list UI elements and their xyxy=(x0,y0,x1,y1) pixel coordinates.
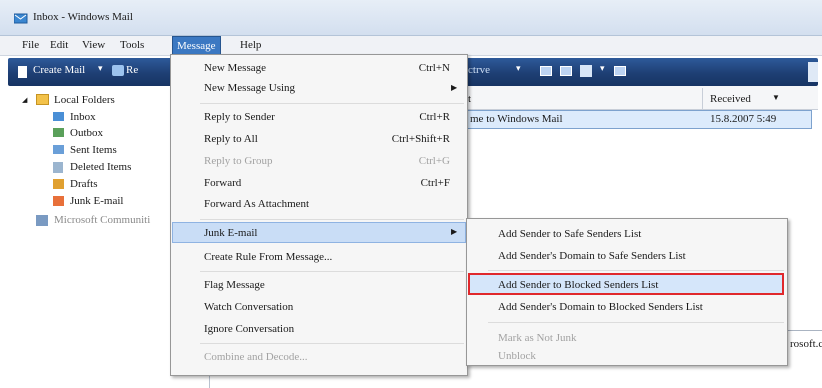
menuitem-add-safe-sender[interactable]: Add Sender to Safe Senders List xyxy=(498,228,641,240)
contacts-icon[interactable] xyxy=(540,66,552,76)
menuitem-forward[interactable]: Forward xyxy=(204,177,241,189)
sent-items-icon xyxy=(53,145,64,154)
menuitem-watch-conversation[interactable]: Watch Conversation xyxy=(204,301,293,313)
menu-separator xyxy=(200,219,464,220)
chevron-down-icon[interactable]: ▾ xyxy=(98,63,103,74)
menu-separator xyxy=(200,103,464,104)
menuitem-combine-decode[interactable]: Combine and Decode... xyxy=(204,351,308,363)
folder-inbox[interactable]: Inbox xyxy=(70,111,96,123)
preview-text: rosoft.c xyxy=(790,338,822,350)
menuitem-forward-as-attachment[interactable]: Forward As Attachment xyxy=(204,198,309,210)
menu-view[interactable]: View xyxy=(82,39,105,51)
outbox-icon xyxy=(53,128,64,137)
menuitem-unblock[interactable]: Unblock xyxy=(498,350,536,362)
search-box-edge[interactable] xyxy=(808,62,818,82)
menuitem-new-message-using[interactable]: New Message Using xyxy=(204,82,295,94)
submenu-arrow-icon: ▶ xyxy=(451,83,458,92)
menuitem-reply-to-all[interactable]: Reply to All xyxy=(204,133,258,145)
shortcut-new-message: Ctrl+N xyxy=(418,62,450,74)
shortcut-reply-sender: Ctrl+R xyxy=(419,111,450,123)
menu-help[interactable]: Help xyxy=(240,39,261,51)
folder-outbox[interactable]: Outbox xyxy=(70,127,103,139)
menu-separator xyxy=(200,271,464,272)
shortcut-forward: Ctrl+F xyxy=(420,177,450,189)
menu-separator xyxy=(200,343,464,344)
windows-mail-icon xyxy=(13,11,28,24)
menuitem-mark-not-junk[interactable]: Mark as Not Junk xyxy=(498,332,577,344)
shortcut-reply-group: Ctrl+G xyxy=(418,155,450,167)
menuitem-junk-email[interactable]: Junk E-mail xyxy=(204,227,257,239)
send-receive-icon[interactable] xyxy=(112,65,124,76)
menu-tools[interactable]: Tools xyxy=(120,39,144,51)
chevron-down-icon[interactable]: ▾ xyxy=(600,63,605,74)
layout-icon[interactable] xyxy=(614,66,626,76)
menuitem-add-domain-blocked[interactable]: Add Sender's Domain to Blocked Senders L… xyxy=(498,301,703,313)
calendar-icon[interactable] xyxy=(560,66,572,76)
menu-separator xyxy=(488,270,784,271)
folder-microsoft-communities[interactable]: Microsoft Communiti xyxy=(54,214,150,226)
column-subject[interactable]: t xyxy=(468,93,471,105)
newsgroup-icon xyxy=(36,215,48,226)
menuitem-flag-message[interactable]: Flag Message xyxy=(204,279,265,291)
toolbar-partial-label[interactable]: ctrve xyxy=(468,64,490,76)
create-mail-button[interactable]: Create Mail xyxy=(33,64,85,76)
menu-message[interactable]: Message xyxy=(172,36,221,56)
menuitem-add-domain-safe[interactable]: Add Sender's Domain to Safe Senders List xyxy=(498,250,686,262)
menuitem-reply-to-sender[interactable]: Reply to Sender xyxy=(204,111,275,123)
column-received[interactable]: Received xyxy=(710,93,751,105)
menuitem-add-blocked-sender[interactable]: Add Sender to Blocked Senders List xyxy=(498,279,658,291)
create-mail-icon xyxy=(18,66,27,78)
message-subject: me to Windows Mail xyxy=(470,113,563,125)
chevron-down-icon[interactable]: ▾ xyxy=(516,63,521,74)
menu-file[interactable]: File xyxy=(22,39,39,51)
inbox-icon xyxy=(53,112,64,121)
drafts-icon xyxy=(53,179,64,189)
menuitem-create-rule[interactable]: Create Rule From Message... xyxy=(204,251,332,263)
column-divider[interactable] xyxy=(702,88,703,110)
menuitem-ignore-conversation[interactable]: Ignore Conversation xyxy=(204,323,294,335)
folder-local-folders[interactable]: Local Folders xyxy=(54,94,115,106)
menu-edit[interactable]: Edit xyxy=(50,39,68,51)
message-received: 15.8.2007 5:49 xyxy=(710,113,777,125)
folder-deleted-items[interactable]: Deleted Items xyxy=(70,161,131,173)
toolbar-partial-re[interactable]: Re xyxy=(126,64,138,76)
folder-icon xyxy=(36,94,49,105)
window-title: Inbox - Windows Mail xyxy=(33,11,133,23)
expand-triangle-icon[interactable]: ◢ xyxy=(22,96,27,104)
print-icon[interactable] xyxy=(580,65,592,77)
folder-junk-email[interactable]: Junk E-mail xyxy=(70,195,123,207)
sort-down-icon[interactable]: ▼ xyxy=(772,93,780,102)
menuitem-reply-to-group[interactable]: Reply to Group xyxy=(204,155,272,167)
junk-mail-icon xyxy=(53,196,64,206)
menu-separator xyxy=(488,322,784,323)
folder-sent-items[interactable]: Sent Items xyxy=(70,144,117,156)
shortcut-reply-all: Ctrl+Shift+R xyxy=(391,133,450,145)
menuitem-new-message[interactable]: New Message xyxy=(204,62,266,74)
submenu-arrow-icon: ▶ xyxy=(451,227,458,236)
trash-icon xyxy=(53,162,63,173)
folder-drafts[interactable]: Drafts xyxy=(70,178,98,190)
